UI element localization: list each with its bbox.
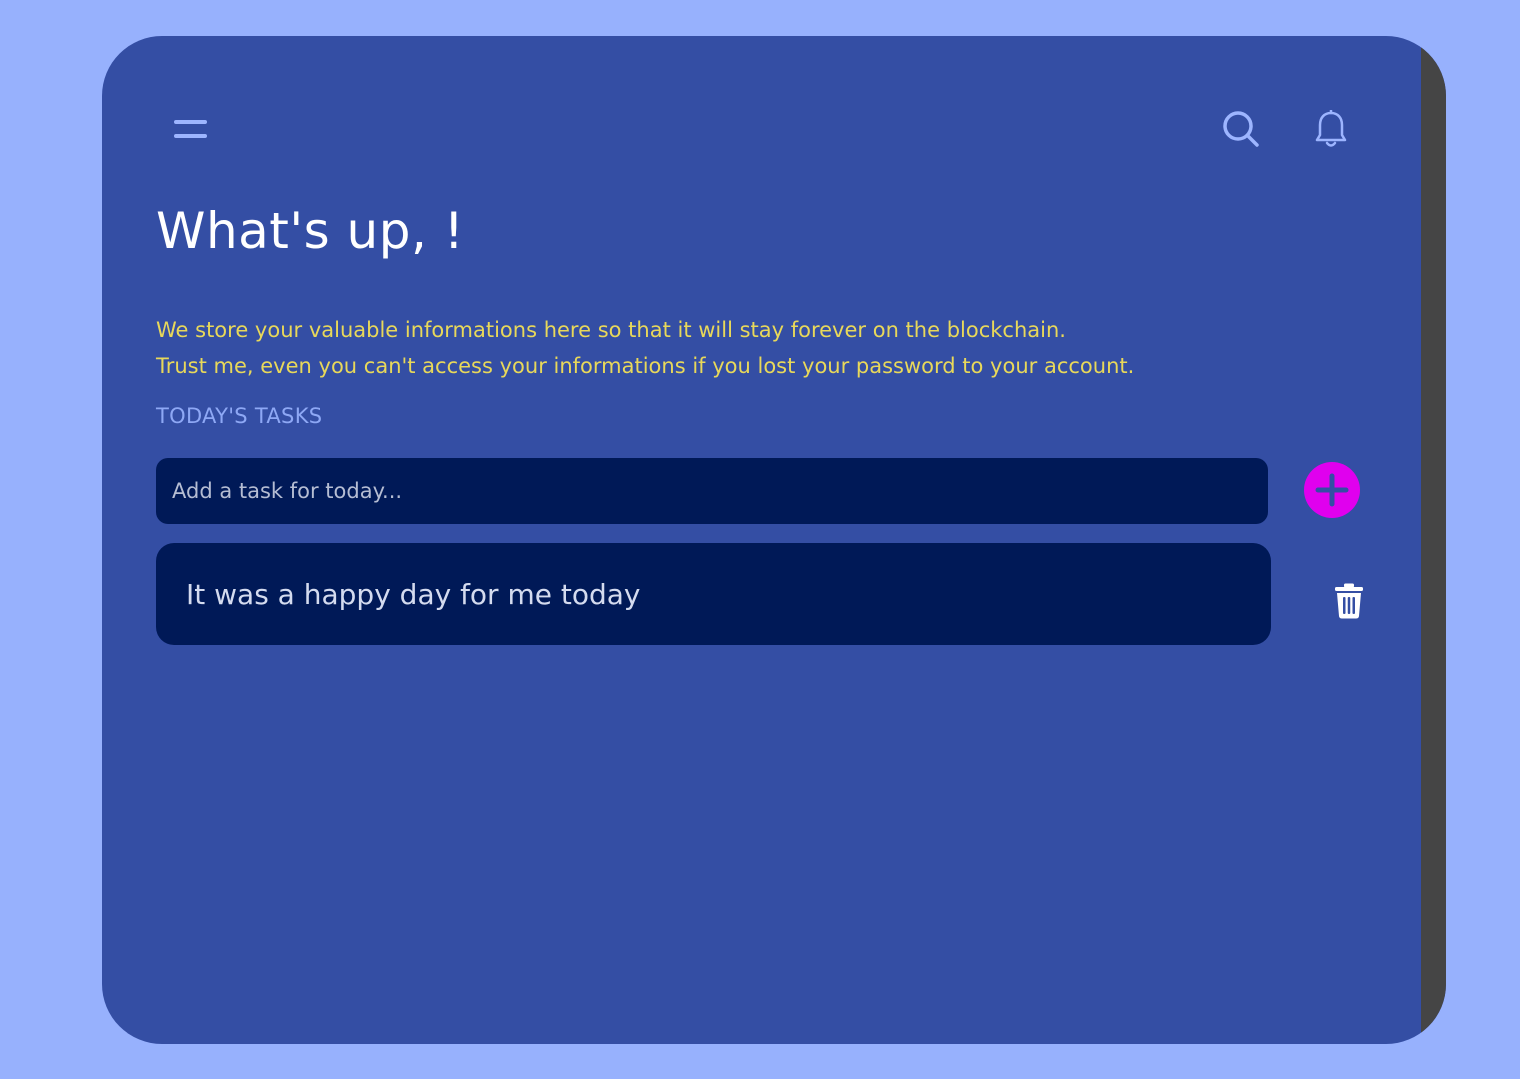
section-label-todays-tasks: TODAY'S TASKS <box>156 404 323 428</box>
task-input[interactable] <box>156 458 1268 524</box>
hamburger-menu-icon[interactable] <box>174 120 207 140</box>
app-card: What's up, ! We store your valuable info… <box>102 36 1446 1044</box>
page-title: What's up, ! <box>156 202 465 260</box>
search-icon[interactable] <box>1222 110 1260 152</box>
scroll-up-arrow-icon[interactable] <box>1428 46 1440 53</box>
trash-icon[interactable] <box>1334 583 1364 619</box>
plus-icon <box>1315 473 1349 507</box>
scrollbar[interactable] <box>1421 36 1446 1044</box>
bell-icon[interactable] <box>1314 109 1348 154</box>
task-item-text: It was a happy day for me today <box>186 577 641 611</box>
intro-line-2: Trust me, even you can't access your inf… <box>156 354 1135 378</box>
scroll-down-arrow-icon[interactable] <box>1428 1027 1440 1034</box>
task-item[interactable]: It was a happy day for me today <box>156 543 1271 645</box>
intro-line-1: We store your valuable informations here… <box>156 318 1066 342</box>
add-task-button[interactable] <box>1304 462 1360 518</box>
intro-text: We store your valuable informations here… <box>156 312 1256 384</box>
